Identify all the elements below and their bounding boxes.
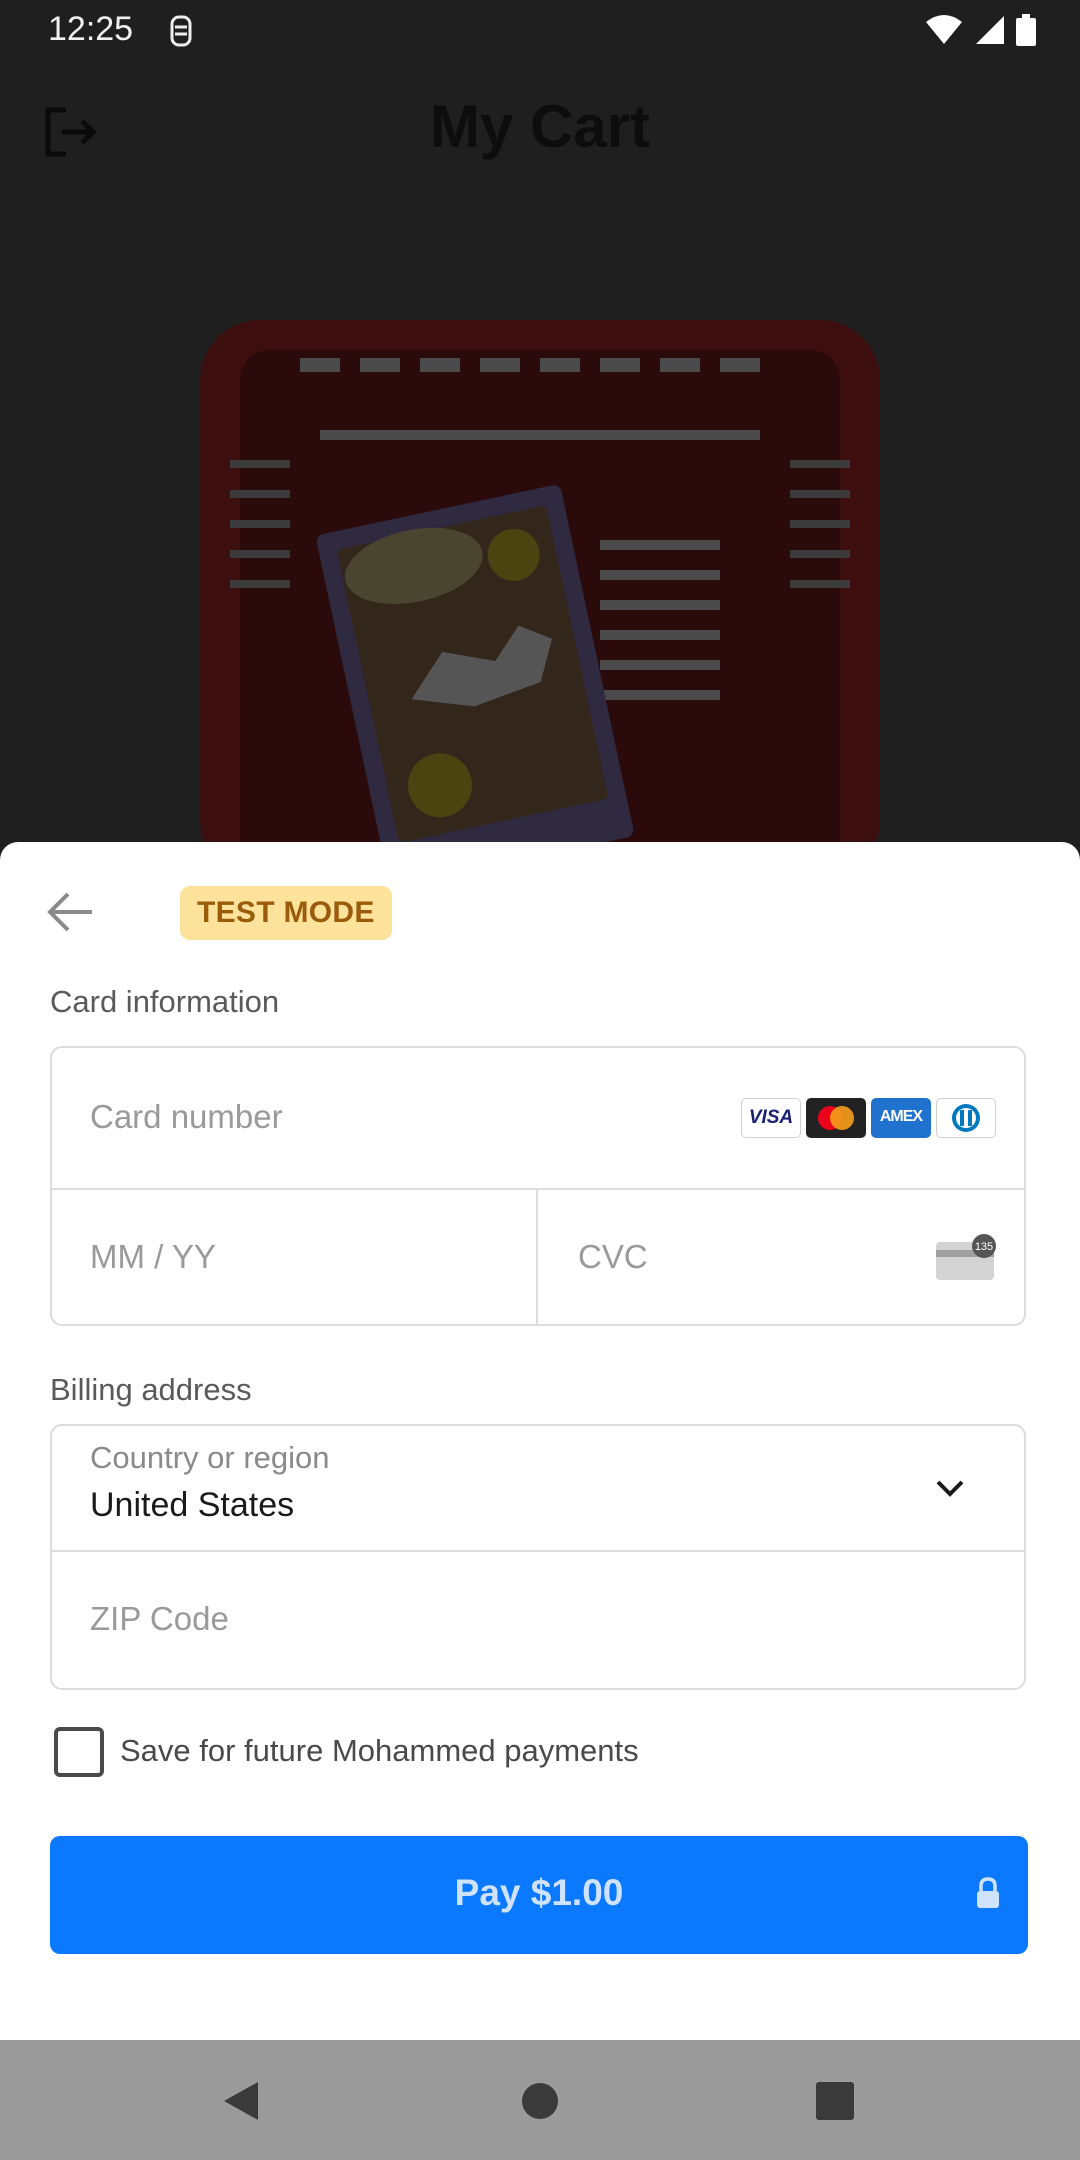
status-bar: 12:25 [0, 0, 1080, 62]
nav-home-icon[interactable] [517, 2078, 563, 2124]
visa-icon: VISA [741, 1098, 801, 1138]
chevron-down-icon [936, 1480, 964, 1497]
cart-basket-image [200, 320, 880, 850]
card-number-field[interactable]: Card number VISA AMEX [52, 1048, 1024, 1190]
save-payment-label: Save for future Mohammed payments [120, 1733, 639, 1768]
back-arrow-icon[interactable] [44, 890, 96, 934]
cvc-icon-number: 135 [975, 1241, 993, 1253]
billing-address-label: Billing address [50, 1372, 252, 1407]
mastercard-icon [806, 1098, 866, 1138]
country-label: Country or region [90, 1440, 330, 1475]
status-icons [924, 14, 1036, 46]
page-title: My Cart [429, 93, 651, 160]
billing-address-box: Country or region United States ZIP Code [50, 1424, 1026, 1690]
test-mode-badge: TEST MODE [180, 886, 392, 940]
nav-recents-icon[interactable] [812, 2078, 858, 2124]
cvc-placeholder: CVC [578, 1238, 648, 1275]
expiry-placeholder: MM / YY [90, 1238, 216, 1275]
app-header: My Cart [0, 62, 1080, 202]
save-payment-checkbox[interactable] [54, 1727, 104, 1777]
payment-sheet: TEST MODE Card information Card number V… [0, 842, 1080, 2040]
zip-code-placeholder: ZIP Code [90, 1600, 229, 1637]
country-value: United States [90, 1486, 295, 1524]
sim-card-icon [170, 15, 192, 47]
country-select[interactable]: Country or region United States [52, 1426, 1024, 1552]
card-brand-logos: VISA AMEX [741, 1098, 996, 1138]
cell-signal-icon [976, 16, 1004, 44]
expiry-field[interactable]: MM / YY [52, 1188, 538, 1324]
zip-code-field[interactable]: ZIP Code [52, 1550, 1024, 1688]
amex-icon: AMEX [871, 1098, 931, 1138]
card-information-box: Card number VISA AMEX MM / YY CVC 135 [50, 1046, 1026, 1326]
nav-back-icon[interactable] [218, 2078, 264, 2124]
card-information-label: Card information [50, 984, 280, 1019]
pay-button-label: Pay $1.00 [454, 1872, 624, 1913]
status-time: 12:25 [48, 10, 134, 48]
card-number-placeholder: Card number [90, 1098, 283, 1135]
cvc-field[interactable]: CVC 135 [538, 1188, 1024, 1324]
cvc-card-icon: 135 [936, 1234, 996, 1280]
pay-button[interactable]: Pay $1.00 [50, 1836, 1028, 1954]
diners-club-icon [936, 1098, 996, 1138]
battery-icon [1016, 14, 1036, 46]
wifi-icon [926, 15, 962, 44]
lock-icon [977, 1877, 999, 1908]
system-navigation-bar [0, 2040, 1080, 2160]
